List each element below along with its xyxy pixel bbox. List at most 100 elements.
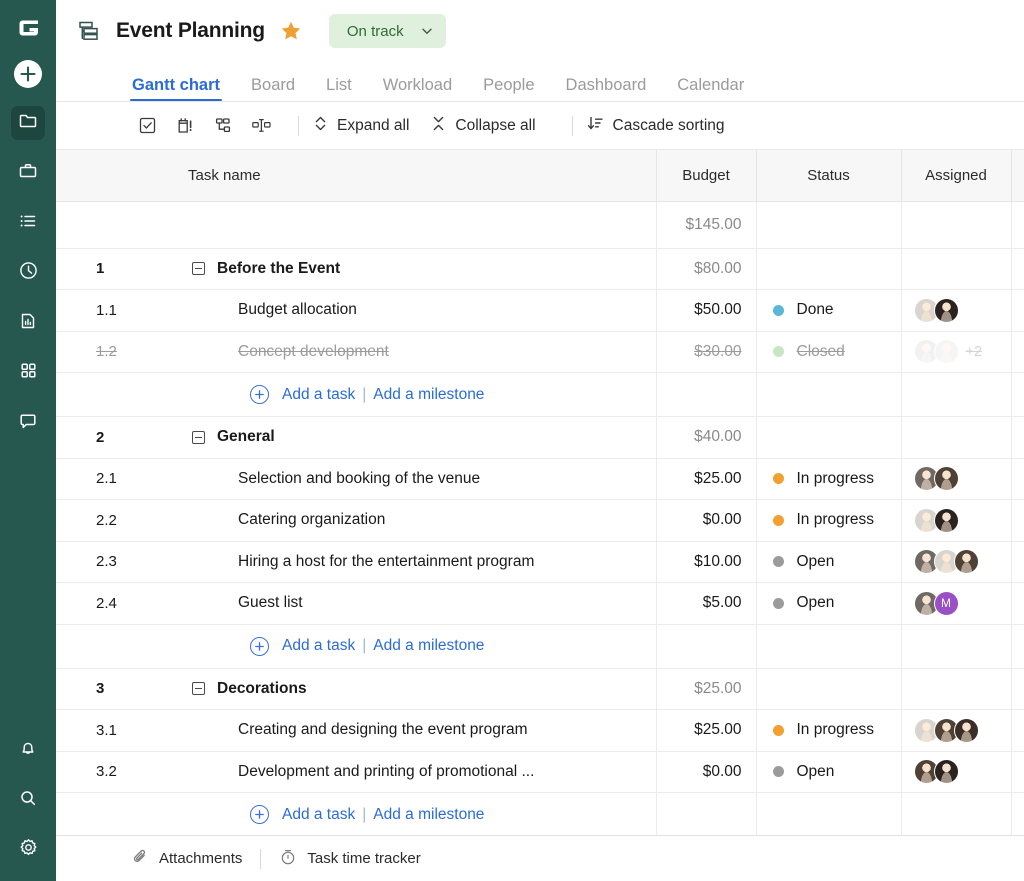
column-header-status[interactable]: Status — [756, 150, 902, 202]
row-menu-button[interactable]: ··· — [1011, 331, 1024, 373]
row-menu-button[interactable]: ··· — [1011, 201, 1024, 249]
row-assignees[interactable] — [901, 709, 1012, 752]
row-task-name-cell[interactable]: Creating and designing the event program — [134, 709, 657, 752]
row-assignees[interactable] — [901, 458, 1012, 500]
row-status[interactable]: In progress — [756, 709, 902, 752]
row-assignees[interactable] — [901, 248, 1012, 290]
attachments-button[interactable]: Attachments — [132, 848, 242, 869]
row-status[interactable]: Done — [756, 289, 902, 332]
row-assignees[interactable] — [901, 499, 1012, 542]
row-assignees[interactable] — [901, 289, 1012, 332]
sidebar-item-reports[interactable] — [11, 306, 45, 340]
avatar[interactable] — [933, 466, 959, 492]
row-task-name-cell[interactable]: Guest list — [134, 582, 657, 625]
row-task-name-cell[interactable]: Budget allocation — [134, 289, 657, 332]
add-new-button[interactable] — [14, 60, 42, 88]
row-assignees[interactable] — [901, 416, 1012, 459]
row-status[interactable] — [756, 248, 902, 290]
row-assignees[interactable] — [901, 668, 1012, 710]
row-task-name-cell[interactable]: Selection and booking of the venue — [134, 458, 657, 500]
row-task-name-cell[interactable]: Concept development — [134, 331, 657, 373]
row-menu-button[interactable]: ··· — [1011, 248, 1024, 290]
expand-all-button[interactable]: Expand all — [313, 115, 409, 137]
tab-workload[interactable]: Workload — [383, 76, 452, 102]
column-header-budget[interactable]: Budget — [656, 150, 757, 202]
checkbox-tasks-icon[interactable] — [132, 112, 162, 140]
collapse-toggle-icon[interactable] — [192, 262, 205, 276]
add-a-milestone-link[interactable]: Add a milestone — [373, 637, 484, 655]
task-time-tracker-button[interactable]: Task time tracker — [279, 848, 421, 870]
add-circle-icon[interactable] — [250, 805, 269, 824]
collapse-toggle-icon[interactable] — [192, 682, 205, 696]
add-a-task-link[interactable]: Add a task — [282, 386, 355, 404]
sidebar-item-chat[interactable] — [11, 406, 45, 440]
row-budget[interactable]: $40.00 — [656, 416, 757, 459]
add-column-button[interactable] — [1011, 150, 1024, 202]
avatar[interactable] — [953, 717, 979, 743]
row-task-name-cell[interactable]: Development and printing of promotional … — [134, 751, 657, 793]
avatar[interactable] — [933, 507, 959, 533]
row-menu-button[interactable]: ··· — [1011, 458, 1024, 500]
row-budget[interactable]: $25.00 — [656, 709, 757, 752]
baseline-icon[interactable] — [246, 112, 276, 140]
notifications-button[interactable] — [11, 733, 45, 767]
row-task-name-cell[interactable]: Decorations — [134, 668, 657, 710]
star-icon[interactable] — [279, 19, 303, 43]
add-circle-icon[interactable] — [250, 385, 269, 404]
row-status[interactable]: Open — [756, 751, 902, 793]
row-status[interactable]: Open — [756, 582, 902, 625]
tab-list[interactable]: List — [326, 76, 352, 102]
row-status[interactable]: In progress — [756, 458, 902, 500]
app-logo[interactable] — [10, 10, 46, 46]
row-menu-button[interactable]: ··· — [1011, 289, 1024, 332]
row-assignees[interactable] — [901, 541, 1012, 583]
collapse-toggle-icon[interactable] — [192, 430, 205, 444]
row-task-name-cell[interactable]: Hiring a host for the entertainment prog… — [134, 541, 657, 583]
dependencies-icon[interactable] — [208, 112, 238, 140]
row-status[interactable] — [756, 416, 902, 459]
avatar[interactable] — [933, 759, 959, 785]
cascade-sorting-button[interactable]: Cascade sorting — [587, 115, 725, 137]
critical-path-icon[interactable] — [170, 112, 200, 140]
tab-gantt-chart[interactable]: Gantt chart — [129, 76, 223, 102]
add-circle-icon[interactable] — [250, 636, 269, 656]
column-header-task-name[interactable]: Task name — [134, 150, 657, 202]
row-task-name-cell[interactable]: Catering organization — [134, 499, 657, 542]
row-menu-button[interactable]: ··· — [1011, 499, 1024, 542]
row-assignees[interactable]: +2 — [901, 331, 1012, 373]
column-header-assigned[interactable]: Assigned — [901, 150, 1012, 202]
row-status[interactable]: Closed — [756, 331, 902, 373]
row-budget[interactable]: $10.00 — [656, 541, 757, 583]
search-button[interactable] — [11, 783, 45, 817]
avatar[interactable] — [933, 339, 959, 365]
sidebar-item-tasks[interactable] — [11, 206, 45, 240]
row-budget[interactable]: $80.00 — [656, 248, 757, 290]
avatar[interactable] — [933, 297, 959, 323]
sidebar-item-portfolios[interactable] — [11, 156, 45, 190]
row-menu-button[interactable]: ··· — [1011, 541, 1024, 583]
collapse-all-button[interactable]: Collapse all — [431, 115, 536, 137]
column-header-number[interactable] — [56, 150, 134, 202]
row-menu-button[interactable]: ··· — [1011, 709, 1024, 752]
row-budget[interactable]: $50.00 — [656, 289, 757, 332]
row-assignees[interactable]: M — [901, 582, 1012, 625]
tab-calendar[interactable]: Calendar — [677, 76, 744, 102]
row-assignees[interactable] — [901, 751, 1012, 793]
add-a-task-link[interactable]: Add a task — [282, 637, 355, 655]
row-budget[interactable]: $5.00 — [656, 582, 757, 625]
avatar[interactable]: M — [933, 590, 959, 616]
sidebar-item-time-log[interactable] — [11, 256, 45, 290]
add-a-task-link[interactable]: Add a task — [282, 806, 355, 824]
tab-board[interactable]: Board — [251, 76, 295, 102]
add-a-milestone-link[interactable]: Add a milestone — [373, 386, 484, 404]
row-budget[interactable]: $0.00 — [656, 751, 757, 793]
tab-people[interactable]: People — [483, 76, 534, 102]
row-task-name-cell[interactable]: General — [134, 416, 657, 459]
tab-dashboard[interactable]: Dashboard — [566, 76, 647, 102]
row-budget[interactable]: $25.00 — [656, 668, 757, 710]
row-budget[interactable]: $0.00 — [656, 499, 757, 542]
row-budget[interactable]: $30.00 — [656, 331, 757, 373]
status-dropdown[interactable]: On track — [328, 14, 446, 48]
row-status[interactable]: In progress — [756, 499, 902, 542]
row-budget[interactable]: $25.00 — [656, 458, 757, 500]
